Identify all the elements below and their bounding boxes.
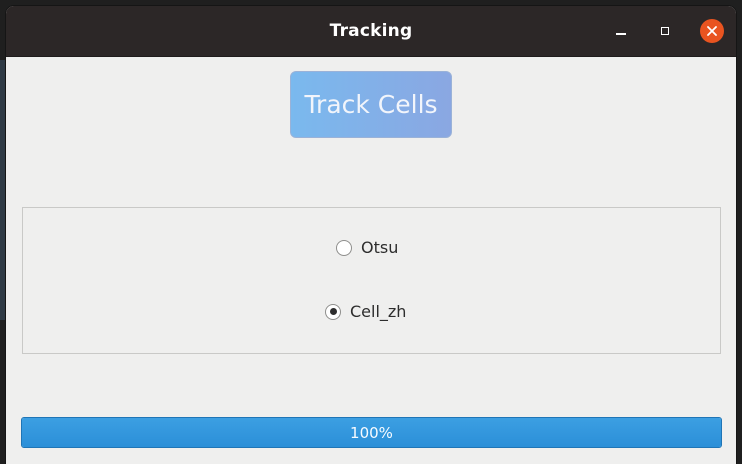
segmentation-radio-group: Otsu Cell_zh bbox=[22, 207, 721, 354]
cell-zh-radio-button[interactable] bbox=[325, 303, 341, 320]
otsu-radio-button[interactable] bbox=[336, 239, 352, 256]
track-cells-button[interactable]: Track Cells bbox=[290, 71, 452, 138]
selected-radio-dot bbox=[329, 308, 337, 315]
progress-bar: 100% bbox=[21, 417, 722, 448]
otsu-radio-option[interactable]: Otsu bbox=[336, 238, 398, 257]
maximize-button[interactable] bbox=[654, 20, 676, 42]
close-button[interactable] bbox=[700, 19, 724, 43]
otsu-radio-label: Otsu bbox=[361, 238, 399, 257]
tracking-window: Tracking Track Cells Otsu Cell_zh 100% bbox=[6, 6, 736, 464]
progress-text: 100% bbox=[350, 424, 393, 442]
maximize-icon bbox=[661, 27, 669, 35]
window-content: Track Cells Otsu Cell_zh 100% bbox=[6, 57, 736, 464]
cell-zh-radio-label: Cell_zh bbox=[350, 302, 407, 321]
minimize-icon bbox=[616, 33, 626, 35]
cell-zh-radio-option[interactable]: Cell_zh bbox=[325, 302, 406, 321]
title-bar[interactable]: Tracking bbox=[6, 6, 736, 57]
close-icon bbox=[707, 26, 717, 36]
minimize-button[interactable] bbox=[610, 20, 632, 42]
